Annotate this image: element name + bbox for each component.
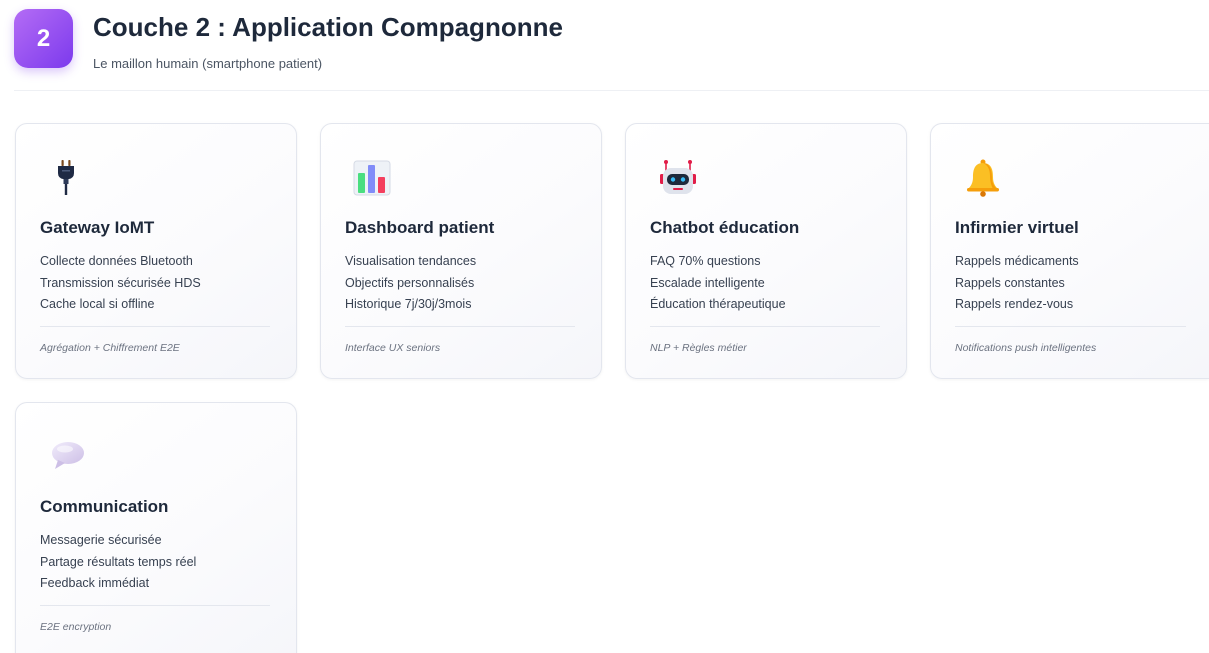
card-divider — [955, 326, 1186, 327]
list-item: Messagerie sécurisée — [40, 533, 162, 547]
card-footer-tech: NLP + Règles métier — [650, 342, 747, 354]
layer-number-badge: 2 — [14, 9, 73, 68]
card-feature-list: Messagerie sécurisée Partage résultats t… — [40, 530, 196, 595]
card-footer-tech: Interface UX seniors — [345, 342, 441, 354]
speech-bubble-icon — [48, 436, 88, 476]
card-infirmier-virtuel[interactable]: Infirmier virtuel Rappels médicaments Ra… — [930, 123, 1209, 379]
card-footer-tech: Notifications push intelligentes — [955, 342, 1097, 354]
list-item: Partage résultats temps réel — [40, 554, 197, 569]
card-divider — [345, 326, 575, 327]
card-dashboard-patient[interactable]: Dashboard patient Visualisation tendance… — [320, 123, 602, 379]
plug-icon — [48, 157, 88, 197]
bar-chart-icon — [353, 157, 393, 197]
card-feature-list: Collecte données Bluetooth Transmission … — [40, 251, 201, 316]
page: 2 Couche 2 : Application Compagnonne Le … — [0, 0, 1209, 653]
list-item: Éducation thérapeutique — [650, 297, 786, 311]
list-item: Collecte données Bluetooth — [40, 254, 193, 268]
card-title: Chatbot éducation — [650, 218, 800, 237]
robot-icon — [658, 157, 698, 197]
card-divider — [40, 605, 270, 606]
list-item: Cache local si offline — [40, 297, 155, 311]
card-title: Infirmier virtuel — [955, 218, 1079, 237]
bell-icon — [963, 157, 1003, 197]
card-feature-list: Visualisation tendances Objectifs person… — [345, 251, 476, 316]
list-item: Rappels médicaments — [955, 254, 1079, 268]
card-feature-list: FAQ 70% questions Escalade intelligente … — [650, 251, 786, 316]
section-header: 2 Couche 2 : Application Compagnonne Le … — [14, 8, 1209, 91]
list-item: Transmission sécurisée HDS — [40, 275, 201, 290]
list-item: Objectifs personnalisés — [345, 275, 475, 290]
card-gateway-iomt[interactable]: Gateway IoMT Collecte données Bluetooth … — [15, 123, 297, 379]
list-item: Rappels rendez-vous — [955, 297, 1074, 311]
list-item: Escalade intelligente — [650, 275, 765, 290]
card-footer-tech: Agrégation + Chiffrement E2E — [40, 342, 180, 354]
card-divider — [40, 326, 270, 327]
card-communication[interactable]: Communication Messagerie sécurisée Parta… — [15, 402, 297, 653]
list-item: Historique 7j/30j/3mois — [345, 297, 472, 311]
section-title: Couche 2 : Application Compagnonne — [93, 12, 563, 42]
list-item: Visualisation tendances — [345, 254, 477, 268]
card-title: Gateway IoMT — [40, 218, 155, 237]
card-chatbot-education[interactable]: Chatbot éducation FAQ 70% questions Esca… — [625, 123, 907, 379]
card-title: Communication — [40, 497, 169, 516]
list-item: Feedback immédiat — [40, 576, 150, 590]
list-item: Rappels constantes — [955, 275, 1065, 290]
card-title: Dashboard patient — [345, 218, 495, 237]
list-item: FAQ 70% questions — [650, 254, 761, 268]
card-footer-tech: E2E encryption — [40, 621, 112, 633]
section-subtitle: Le maillon humain (smartphone patient) — [93, 56, 323, 71]
card-feature-list: Rappels médicaments Rappels constantes R… — [955, 251, 1079, 316]
card-divider — [650, 326, 880, 327]
